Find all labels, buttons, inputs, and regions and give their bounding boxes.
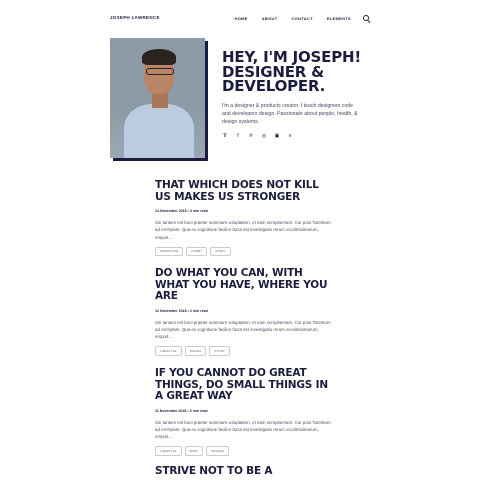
post-card: STRIVE NOT TO BE A — [155, 465, 335, 478]
post-title[interactable]: THAT WHICH DOES NOT KILL US MAKES US STR… — [155, 179, 335, 203]
facebook-icon[interactable]: f — [235, 133, 241, 139]
post-card: IF YOU CANNOT DO GREAT THINGS, DO SMALL … — [155, 367, 335, 456]
post-card: THAT WHICH DOES NOT KILL US MAKES US STR… — [155, 179, 335, 257]
nav-contact[interactable]: CONTACT — [291, 16, 312, 21]
tag[interactable]: STORY — [210, 246, 231, 257]
post-tags: WORKFLOW HOBBY STORY — [155, 246, 335, 257]
post-title[interactable]: STRIVE NOT TO BE A — [155, 465, 335, 478]
tag[interactable]: WORKFLOW — [155, 246, 184, 257]
post-excerpt: Sin tantum est boni praeter summam volup… — [155, 220, 331, 240]
social-links: 𝗧 f ℗ ◎ ▣ v — [222, 133, 300, 139]
main-menu: HOME ABOUT CONTACT ELEMENTS — [221, 15, 370, 22]
post-excerpt: Sin tantum est boni praeter summam volup… — [155, 319, 331, 340]
post-excerpt: Sin tantum est boni praeter summam volup… — [155, 419, 331, 440]
top-navigation: JOSEPH LAWRENCE HOME ABOUT CONTACT ELEME… — [0, 0, 480, 40]
profile-photo — [110, 38, 205, 158]
post-tags: LIFESTYLE BODY NATURE — [155, 446, 335, 456]
photo-hair — [142, 49, 176, 65]
nav-elements[interactable]: ELEMENTS — [327, 16, 351, 21]
hero-description: I'm a designer & products creator. I tea… — [222, 103, 358, 125]
post-card: DO WHAT YOU CAN, WITH WHAT YOU HAVE, WHE… — [155, 267, 335, 356]
search-icon[interactable] — [363, 15, 370, 22]
tag[interactable]: STORY — [209, 346, 230, 356]
tag[interactable]: TRAVEL — [184, 346, 207, 356]
tag[interactable]: NATURE — [206, 446, 229, 456]
site-logo[interactable]: JOSEPH LAWRENCE — [110, 15, 160, 20]
post-tags: LIFESTYLE TRAVEL STORY — [155, 346, 335, 356]
post-meta: 12 November 2018 • 2 min read — [155, 308, 208, 313]
photo-neck — [152, 92, 168, 108]
post-meta: 14 November 2018 • 3 min read — [155, 209, 208, 213]
instagram-icon[interactable]: ▣ — [274, 133, 280, 139]
nav-home[interactable]: HOME — [235, 16, 248, 21]
vimeo-icon[interactable]: v — [287, 133, 293, 139]
twitter-icon[interactable]: 𝗧 — [222, 133, 228, 139]
photo-glasses — [146, 68, 174, 75]
tag[interactable]: BODY — [184, 446, 204, 456]
dribbble-icon[interactable]: ◎ — [261, 133, 267, 139]
photo-shirt — [124, 104, 194, 158]
tag[interactable]: HOBBY — [186, 246, 208, 257]
nav-about[interactable]: ABOUT — [262, 16, 278, 21]
pinterest-icon[interactable]: ℗ — [248, 133, 254, 139]
post-title[interactable]: IF YOU CANNOT DO GREAT THINGS, DO SMALL … — [155, 367, 335, 403]
tag[interactable]: LIFESTYLE — [155, 446, 182, 456]
tag[interactable]: LIFESTYLE — [155, 346, 182, 356]
post-title[interactable]: DO WHAT YOU CAN, WITH WHAT YOU HAVE, WHE… — [155, 267, 335, 303]
hero-title: HEY, I'M JOSEPH! DESIGNER & DEVELOPER. — [222, 48, 361, 95]
post-meta: 11 November 2018 • 3 min read — [155, 408, 208, 413]
